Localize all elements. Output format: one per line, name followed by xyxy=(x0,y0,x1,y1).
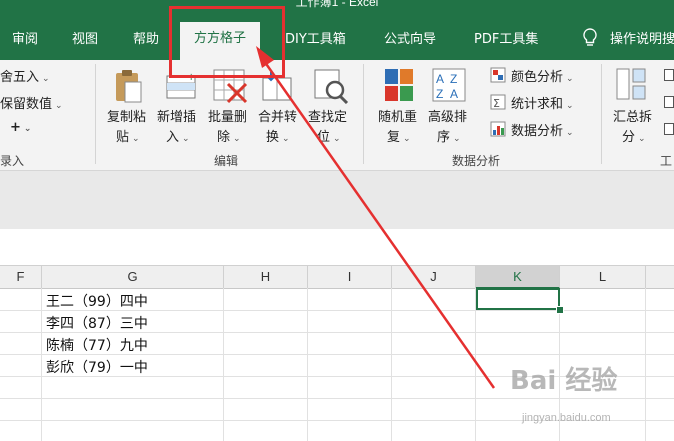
watermark-logo: Bai 经验 xyxy=(510,366,618,396)
watermark-url: jingyan.baidu.com xyxy=(522,412,611,424)
